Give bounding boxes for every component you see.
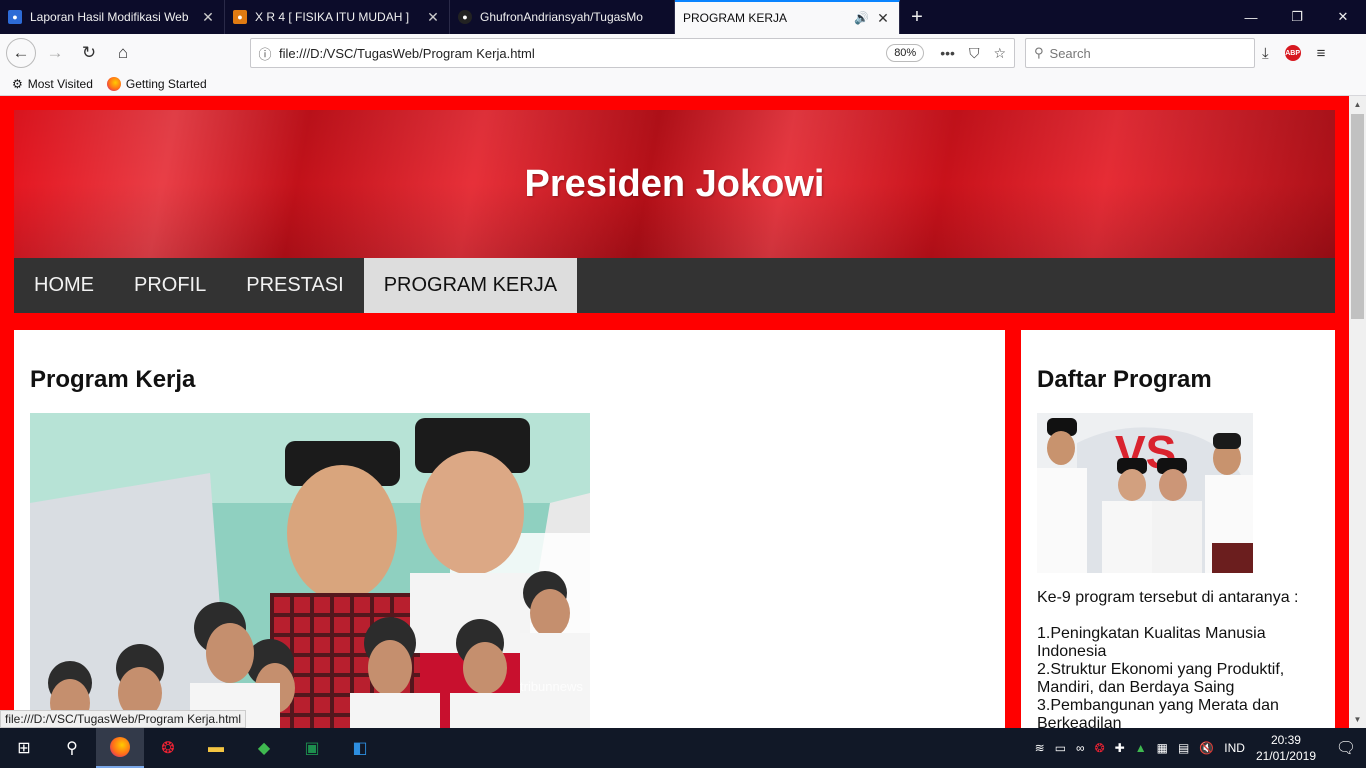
download-icon[interactable]: ⤓ <box>1262 45 1269 62</box>
bookmarks-toolbar: ⚙ Most Visited Getting Started <box>0 72 1366 96</box>
menu-icon[interactable]: ≡ <box>1317 45 1326 62</box>
status-link-preview: file:///D:/VSC/TugasWeb/Program Kerja.ht… <box>0 710 247 728</box>
back-button[interactable]: ← <box>6 38 36 68</box>
speaker-icon[interactable]: 🔊 <box>854 11 869 25</box>
tab-program-kerja[interactable]: PROGRAM KERJA 🔊 ✕ <box>675 0 900 34</box>
campaign-photo: tribunnews <box>30 413 590 728</box>
drive-icon[interactable]: ▲ <box>1135 741 1147 755</box>
profile-icon: ● <box>8 10 22 24</box>
profile-icon: ● <box>233 10 247 24</box>
scroll-thumb[interactable] <box>1351 114 1364 319</box>
zoom-indicator[interactable]: 80% <box>886 44 925 62</box>
bookmark-star-icon[interactable]: ☆ <box>993 45 1006 62</box>
clock[interactable]: 20:39 21/01/2019 <box>1256 732 1316 764</box>
tab-laporan[interactable]: ● Laporan Hasil Modifikasi Web ✕ <box>0 0 225 34</box>
navigation-toolbar: ← → ↻ ⌂ ⓘ file:///D:/VSC/TugasWeb/Progra… <box>0 34 1366 72</box>
start-icon[interactable]: ⊞ <box>0 728 48 768</box>
tab-fisika[interactable]: ● X R 4 [ FISIKA ITU MUDAH ] ✕ <box>225 0 450 34</box>
close-icon[interactable]: ✕ <box>425 9 441 26</box>
program-item: 2.Struktur Ekonomi yang Produktif, Mandi… <box>1037 661 1285 696</box>
search-icon: ⚲ <box>1034 45 1044 60</box>
language-indicator[interactable]: IND <box>1224 741 1245 755</box>
link-icon[interactable]: ∞ <box>1076 741 1085 755</box>
nav-prestasi[interactable]: PRESTASI <box>226 258 363 313</box>
bookmark-label: Getting Started <box>125 76 207 91</box>
close-icon[interactable]: ✕ <box>200 9 216 26</box>
search-placeholder: Search <box>1049 45 1091 61</box>
page-title: Presiden Jokowi <box>524 162 825 205</box>
nav-profil[interactable]: PROFIL <box>114 258 226 313</box>
notification-icon[interactable]: 🗨 <box>1326 738 1366 758</box>
tab-label: Laporan Hasil Modifikasi Web <box>30 10 189 24</box>
candidates-photo: VS <box>1037 413 1253 573</box>
scroll-up-arrow[interactable]: ▲ <box>1349 96 1366 113</box>
forward-button[interactable]: → <box>40 38 70 68</box>
program-intro: Ke-9 program tersebut di antaranya : <box>1037 589 1299 606</box>
firefox-icon <box>106 76 121 91</box>
clock-time: 20:39 <box>1270 733 1301 747</box>
github-icon: ● <box>458 10 472 24</box>
tab-github[interactable]: ● GhufronAndriansyah/TugasMo <box>450 0 675 34</box>
battery-icon[interactable]: ▭ <box>1055 741 1066 755</box>
info-icon[interactable]: ⓘ <box>251 44 279 63</box>
tab-label: PROGRAM KERJA <box>683 11 788 25</box>
program-item: 1.Peningkatan Kualitas Manusia Indonesia <box>1037 625 1266 660</box>
main-card: Program Kerja tribunnews <box>14 330 1005 728</box>
new-tab-button[interactable]: + <box>900 0 934 34</box>
close-icon[interactable]: ✕ <box>875 10 891 27</box>
page-actions-icon[interactable]: ••• <box>940 45 955 62</box>
vscode-icon[interactable]: ◧ <box>336 728 384 768</box>
bookmark-label: Most Visited <box>27 76 93 91</box>
window-controls: — ❐ ✕ <box>1228 0 1366 34</box>
adblock-icon[interactable]: ABP <box>1284 45 1301 61</box>
search-input[interactable]: ⚲ Search <box>1025 38 1255 68</box>
restore-button[interactable]: ❐ <box>1274 0 1320 34</box>
sidebar-heading: Daftar Program <box>1037 366 1212 393</box>
firefox-taskbar-icon[interactable] <box>96 728 144 768</box>
git-icon[interactable]: ◆ <box>240 728 288 768</box>
clock-date: 21/01/2019 <box>1255 749 1316 763</box>
close-window-button[interactable]: ✕ <box>1320 0 1366 34</box>
gear-icon: ⚙ <box>12 76 23 91</box>
header-banner: Presiden Jokowi <box>14 110 1335 258</box>
display-icon[interactable]: ▤ <box>1178 741 1189 755</box>
system-tray: ≋ ▭ ∞ ❂ ✚ ▲ ▦ ▤ 🔇 IND 20:39 21/01/2019 🗨 <box>1030 728 1366 768</box>
wifi-icon[interactable]: ≋ <box>1035 741 1045 755</box>
url-bar[interactable]: ⓘ file:///D:/VSC/TugasWeb/Program Kerja.… <box>250 38 1015 68</box>
tray-app-icon[interactable]: ▦ <box>1157 741 1168 755</box>
reload-button[interactable]: ↻ <box>74 38 104 68</box>
url-text[interactable]: file:///D:/VSC/TugasWeb/Program Kerja.ht… <box>279 46 886 61</box>
file-explorer-icon[interactable]: ▬ <box>192 728 240 768</box>
page-scrollbar[interactable]: ▲ ▼ <box>1349 96 1366 728</box>
page-viewport: Presiden Jokowi HOME PROFIL PRESTASI PRO… <box>0 96 1349 728</box>
windows-taskbar: ⊞ ⚲ ❂ ▬ ◆ ▣ ◧ ≋ ▭ ∞ ❂ ✚ ▲ ▦ ▤ 🔇 IND 20:3… <box>0 728 1366 768</box>
bookmark-most-visited[interactable]: ⚙ Most Visited <box>12 77 93 91</box>
sidebar-card: Daftar Program VS Ke-9 program tersebut … <box>1021 330 1335 728</box>
home-button[interactable]: ⌂ <box>108 38 138 68</box>
watermark: tribunnews <box>520 679 583 694</box>
pocket-icon[interactable]: ⛉ <box>969 45 980 62</box>
tab-strip: ● Laporan Hasil Modifikasi Web ✕ ● X R 4… <box>0 0 1366 34</box>
nav-home[interactable]: HOME <box>14 258 114 313</box>
program-list: Ke-9 program tersebut di antaranya : 1.P… <box>1037 589 1322 728</box>
program-item: 3.Pembangunan yang Merata dan Berkeadila… <box>1037 697 1279 728</box>
site-nav: HOME PROFIL PRESTASI PROGRAM KERJA <box>14 258 1335 313</box>
volume-muted-icon[interactable]: 🔇 <box>1199 741 1214 755</box>
bookmark-getting-started[interactable]: Getting Started <box>106 76 207 91</box>
excel-icon[interactable]: ▣ <box>288 728 336 768</box>
garena-icon[interactable]: ❂ <box>144 728 192 768</box>
tray-app-icon[interactable]: ✚ <box>1115 741 1125 755</box>
scroll-down-arrow[interactable]: ▼ <box>1349 711 1366 728</box>
minimize-button[interactable]: — <box>1228 0 1274 34</box>
nav-program-kerja[interactable]: PROGRAM KERJA <box>363 258 578 313</box>
tab-label: X R 4 [ FISIKA ITU MUDAH ] <box>255 10 410 24</box>
search-icon[interactable]: ⚲ <box>48 728 96 768</box>
tab-label: GhufronAndriansyah/TugasMo <box>480 10 643 24</box>
garena-tray-icon[interactable]: ❂ <box>1095 741 1105 755</box>
main-heading: Program Kerja <box>30 366 196 393</box>
